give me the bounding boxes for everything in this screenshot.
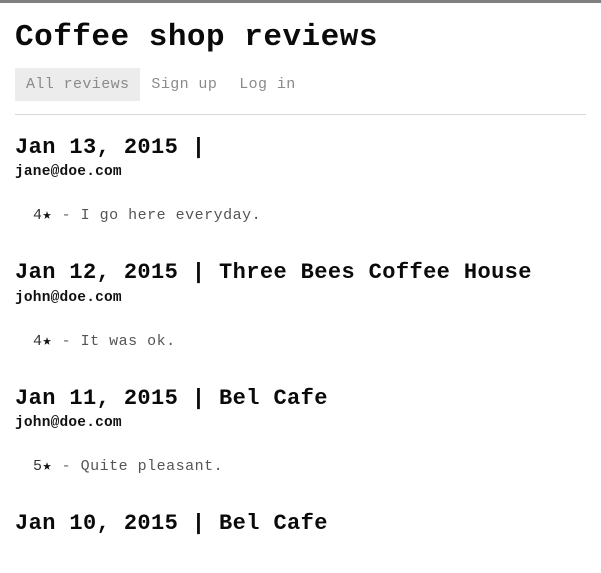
review-author-email: john@doe.com (15, 289, 122, 306)
review-author-email: john@doe.com (15, 415, 122, 432)
review-rating-line: 5★ - Quite pleasant. (15, 457, 586, 477)
review-heading: Jan 10, 2015 | Bel Cafe (15, 511, 328, 537)
rating-score: 5 (33, 458, 43, 476)
review-author-email: jane@doe.com (15, 164, 122, 181)
review-heading: Jan 13, 2015 | (15, 134, 206, 160)
star-icon: ★ (42, 206, 53, 224)
rating-separator: - (61, 206, 72, 224)
review-text: I go here everyday. (80, 206, 262, 224)
site-header: Coffee shop reviews All reviews Sign up … (0, 3, 601, 115)
rating-separator: - (61, 458, 72, 476)
star-icon: ★ (42, 332, 53, 350)
star-icon: ★ (42, 458, 53, 476)
review-rating-line: 4★ - I go here everyday. (15, 206, 586, 226)
page-root: Coffee shop reviews All reviews Sign up … (0, 3, 601, 538)
rating-score: 4 (33, 332, 43, 350)
nav-item-sign-up[interactable]: Sign up (140, 68, 228, 101)
review-item: Jan 10, 2015 | Bel Cafe (15, 477, 586, 538)
review-item: Jan 13, 2015 | jane@doe.com 4★ - I go he… (15, 115, 586, 227)
reviews-list: Jan 13, 2015 | jane@doe.com 4★ - I go he… (0, 115, 601, 538)
nav-item-all-reviews[interactable]: All reviews (15, 67, 141, 101)
review-heading: Jan 12, 2015 | Three Bees Coffee House (15, 260, 532, 286)
rating-separator: - (61, 332, 72, 350)
rating-score: 4 (33, 206, 43, 224)
review-text: Quite pleasant. (80, 458, 224, 476)
main-nav: All reviews Sign up Log in (15, 67, 586, 101)
page-title: Coffee shop reviews (15, 20, 378, 55)
review-item: Jan 11, 2015 | Bel Cafe john@doe.com 5★ … (15, 352, 586, 478)
review-rating-line: 4★ - It was ok. (15, 332, 586, 352)
review-text: It was ok. (80, 332, 176, 350)
review-item: Jan 12, 2015 | Three Bees Coffee House j… (15, 226, 586, 352)
nav-item-log-in[interactable]: Log in (228, 68, 306, 101)
review-heading: Jan 11, 2015 | Bel Cafe (15, 385, 328, 411)
